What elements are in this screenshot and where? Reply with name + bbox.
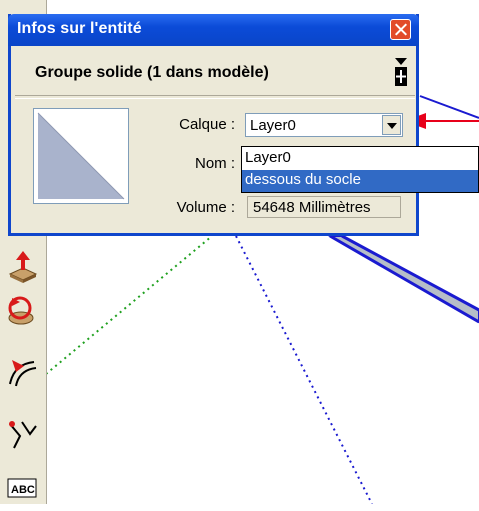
volume-label: Volume : [176,199,235,216]
entity-type-label: Groupe solide (1 dans modèle) [35,64,269,81]
dropdown-arrow-icon[interactable] [382,115,401,135]
close-button[interactable] [390,19,411,40]
model-edge [419,95,479,119]
nom-label: Nom : [194,155,235,172]
dropdown-option[interactable]: Layer0 [242,148,478,170]
calque-label: Calque : [179,116,235,133]
expand-details-icon[interactable] [393,56,409,88]
calque-dropdown-list: Layer0 dessous du socle [241,146,479,193]
tape-measure-tool-icon[interactable] [4,416,42,452]
volume-field: 54648 Millimètres [247,196,401,218]
dialog-titlebar[interactable]: Infos sur l'entité [8,14,419,46]
calque-select[interactable]: Layer0 [245,113,403,137]
offset-tool-icon[interactable] [4,354,42,390]
text-tool-label: ABC [11,484,35,496]
volume-value: 54648 Millimètres [253,199,371,216]
push-pull-tool-icon[interactable] [4,248,42,284]
text-tool-icon[interactable]: ABC [4,470,42,500]
calque-value: Layer0 [250,117,296,134]
separator [15,95,415,99]
entity-info-dialog: Infos sur l'entité Groupe solide (1 dans… [8,14,419,236]
dialog-title: Infos sur l'entité [17,20,142,37]
guide-line-blue [235,235,373,504]
guide-line-green [45,235,213,375]
follow-me-tool-icon[interactable] [4,292,42,328]
dropdown-option-highlighted[interactable]: dessous du socle [242,170,478,192]
